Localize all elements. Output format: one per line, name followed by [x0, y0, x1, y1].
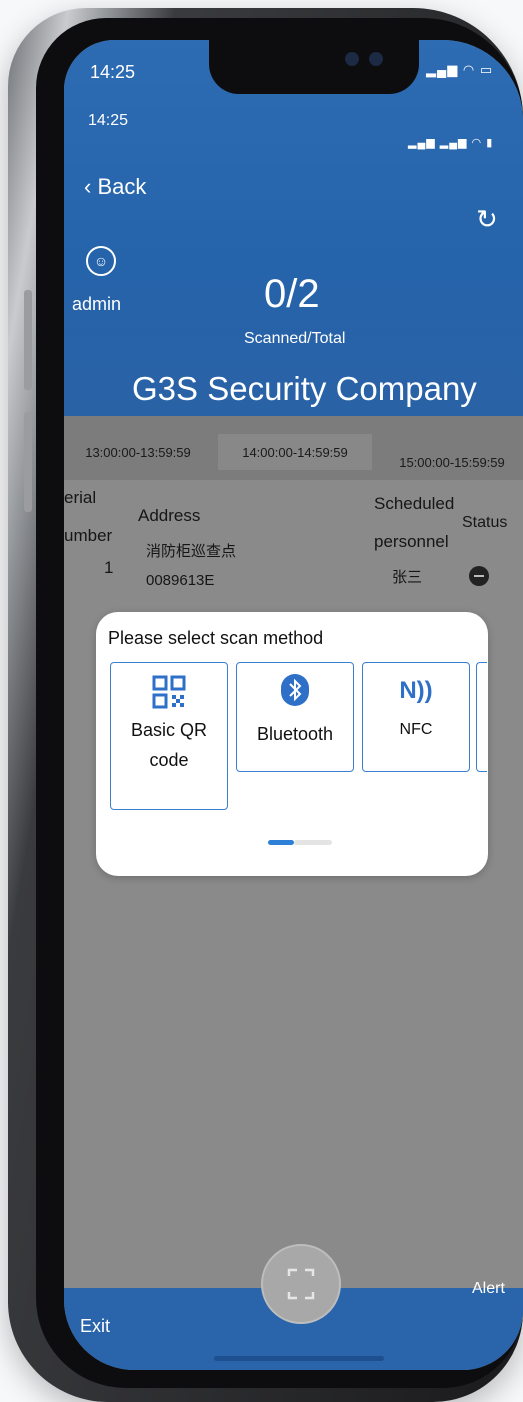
option-nfc-label: NFC: [399, 721, 433, 738]
alert-button[interactable]: Alert: [472, 1280, 505, 1298]
row-serial: 1: [104, 558, 114, 577]
header-status: Status: [462, 514, 508, 531]
notch: [209, 40, 419, 94]
signal-icon: ▂▄▆: [426, 62, 459, 77]
option-qr-label-1: Basic QR: [130, 720, 208, 740]
chevron-left-icon: ‹: [84, 174, 98, 199]
nfc-icon: N)): [399, 677, 433, 704]
header-personnel-1: Scheduled: [374, 494, 455, 513]
volume-up-button: [24, 290, 32, 390]
tab-time-2[interactable]: 14:00:00-14:59:59: [218, 434, 372, 470]
tab-time-1[interactable]: 13:00:00-13:59:59: [68, 434, 208, 470]
header-serial-2: umber: [64, 526, 113, 545]
row-address-name: 消防柜巡查点: [146, 543, 237, 560]
option-qr-label-2: code: [149, 750, 189, 770]
scan-button[interactable]: [261, 1244, 341, 1324]
status-pending-icon: [469, 566, 489, 586]
inner-time: 14:25: [88, 112, 129, 129]
company-name: G3S Security Company: [132, 370, 477, 407]
home-indicator[interactable]: [214, 1356, 384, 1361]
scan-method-modal: Please select scan method Basic QR code …: [96, 612, 488, 876]
user-icon[interactable]: ☺: [86, 246, 116, 276]
option-nfc[interactable]: N)) NFC: [362, 662, 470, 772]
time-tabs: 13:00:00-13:59:59 14:00:00-14:59:59 15:0…: [64, 416, 523, 480]
user-label: admin: [72, 294, 122, 314]
row-personnel: 张三: [392, 569, 423, 586]
header-personnel-2: personnel: [374, 532, 449, 551]
header-serial-1: erial: [64, 488, 97, 507]
exit-button[interactable]: Exit: [80, 1316, 110, 1337]
row-address-code: 0089613E: [146, 572, 215, 589]
status-icons-outer: ▂▄▆ ◠ ▭: [426, 62, 493, 78]
patrol-table: erial umber Address Scheduled personnel …: [64, 480, 523, 630]
header-address: Address: [138, 506, 201, 525]
camera-icon: [345, 52, 359, 66]
bluetooth-icon: [281, 674, 309, 706]
status-icons-inner: ▂▄▆ ▂▄▆ ◠ ▮: [408, 136, 493, 149]
back-button[interactable]: ‹ Back: [84, 174, 146, 200]
option-bluetooth[interactable]: Bluetooth: [236, 662, 354, 772]
volume-down-button: [24, 412, 32, 512]
sensor-icon: [369, 52, 383, 66]
refresh-icon[interactable]: ↻: [476, 204, 498, 235]
battery-icon: ▭: [479, 62, 494, 77]
signal-icon: ▂▄▆ ▂▄▆: [408, 137, 468, 149]
pager-track: [294, 840, 332, 845]
tab-time-3[interactable]: 15:00:00-15:59:59: [382, 444, 522, 480]
scan-frame-icon: [287, 1268, 315, 1300]
app-screen: ▂▄▆ ◠ ▭ 14:25 ▂▄▆ ▂▄▆ ◠ ▮ ‹ Back ↻ ☺ adm…: [64, 40, 523, 1370]
pager-active: [268, 840, 294, 845]
option-qr-code[interactable]: Basic QR code: [110, 662, 228, 810]
outer-time: 14:25: [90, 62, 136, 82]
header: [64, 40, 523, 416]
scan-count: 0/2: [264, 272, 320, 316]
option-bluetooth-label: Bluetooth: [256, 724, 334, 744]
scan-caption: Scanned/Total: [244, 330, 346, 347]
option-next-partial[interactable]: [476, 662, 487, 772]
battery-icon: ▮: [486, 137, 494, 149]
modal-title: Please select scan method: [108, 628, 324, 648]
wifi-icon: ◠: [471, 137, 483, 149]
wifi-icon: ◠: [462, 62, 476, 77]
qr-code-icon: [152, 675, 186, 709]
back-label: Back: [97, 174, 147, 199]
